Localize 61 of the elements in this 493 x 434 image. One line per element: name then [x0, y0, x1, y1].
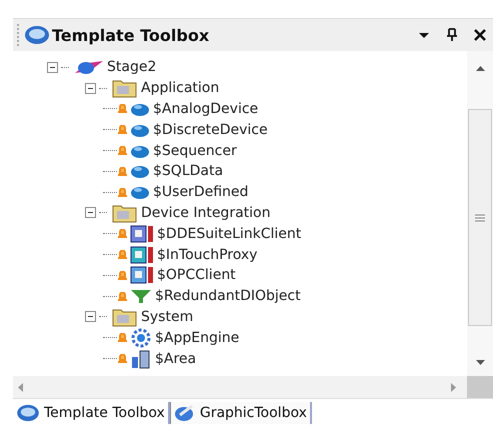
- vertical-scrollbar[interactable]: [467, 51, 493, 376]
- tree-item[interactable]: $InTouchProxy: [157, 246, 258, 263]
- sphere-icon: [130, 144, 150, 158]
- scroll-right-icon[interactable]: [451, 382, 457, 392]
- template-icon: [117, 146, 128, 156]
- panel-title: Template Toolbox: [52, 26, 210, 44]
- tree-item[interactable]: $AppEngine: [155, 330, 240, 346]
- tree-item[interactable]: $Area: [155, 350, 196, 367]
- collapse-icon[interactable]: [85, 311, 96, 322]
- tree-item[interactable]: $UserDefined: [153, 184, 248, 200]
- object-icon: [130, 246, 154, 264]
- collapse-icon[interactable]: [85, 82, 96, 94]
- collapse-icon[interactable]: [47, 62, 58, 73]
- template-icon: [117, 333, 128, 342]
- area-icon: [130, 348, 152, 369]
- template-icon: [117, 125, 128, 134]
- template-icon: [117, 250, 128, 260]
- gear-icon: [130, 328, 152, 348]
- tree-item[interactable]: $OPCClient: [157, 267, 236, 284]
- template-icon: [117, 104, 128, 114]
- folder-icon: [112, 202, 138, 223]
- template-icon: [117, 292, 128, 301]
- template-icon: [117, 229, 128, 238]
- scrollbar-corner: [467, 376, 493, 398]
- sphere-icon: [130, 185, 150, 200]
- toolbox-icon: [24, 25, 50, 45]
- tree-item[interactable]: $DDESuiteLinkClient: [157, 226, 302, 242]
- brush-icon: [174, 404, 196, 422]
- scroll-left-icon[interactable]: [17, 382, 23, 392]
- scroll-down-icon[interactable]: [476, 360, 484, 366]
- toolbox-icon: [16, 404, 40, 422]
- grip-lines-icon: [475, 214, 485, 222]
- collapse-icon[interactable]: [85, 207, 96, 218]
- grip-icon: [17, 24, 22, 46]
- toolbox-tab[interactable]: GraphicToolbox: [170, 402, 312, 424]
- folder-icon: [112, 306, 138, 327]
- funnel-icon: [130, 288, 152, 304]
- object-icon: [130, 224, 154, 243]
- template-icon: [117, 188, 128, 197]
- template-icon: [117, 354, 128, 364]
- tree-item[interactable]: $Sequencer: [153, 142, 237, 159]
- pin-icon[interactable]: [445, 28, 459, 42]
- template-icon: [117, 270, 128, 280]
- close-icon[interactable]: [473, 28, 487, 42]
- sphere-icon: [130, 122, 150, 137]
- folder-icon: [112, 78, 138, 98]
- tree-item[interactable]: $AnalogDevice: [153, 100, 258, 117]
- scroll-up-icon[interactable]: [476, 65, 484, 71]
- tree-item[interactable]: Stage2: [107, 59, 156, 76]
- tree-item[interactable]: $DiscreteDevice: [153, 122, 268, 138]
- sphere-icon: [130, 164, 150, 178]
- object-icon: [130, 266, 154, 284]
- tree-item[interactable]: System: [141, 308, 194, 325]
- horizontal-scrollbar[interactable]: [13, 376, 467, 398]
- scroll-thumb[interactable]: [468, 109, 492, 326]
- tree-item[interactable]: $RedundantDIObject: [155, 288, 301, 304]
- tree-item[interactable]: Application: [141, 80, 220, 96]
- tree-item[interactable]: $SQLData: [153, 163, 224, 180]
- tree-item[interactable]: Device Integration: [141, 204, 270, 221]
- sphere-icon: [130, 102, 150, 116]
- template-icon: [117, 166, 128, 176]
